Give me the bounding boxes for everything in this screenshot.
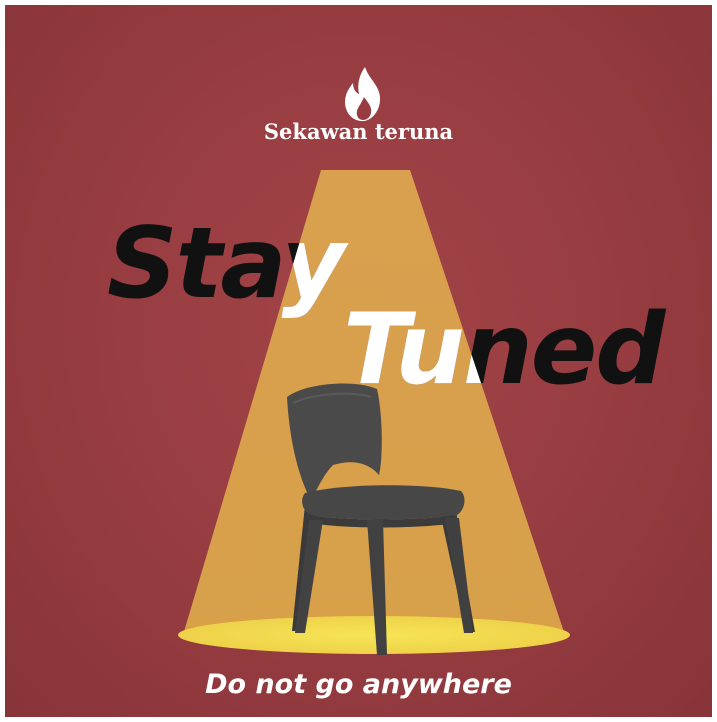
poster-artwork: Stay Stay Tuned Tuned (107, 67, 668, 655)
stay-tuned-poster: Stay Stay Tuned Tuned Sekawan teruna Do … (5, 5, 712, 717)
poster-frame: Stay Stay Tuned Tuned Sekawan teruna Do … (0, 0, 717, 722)
flame-icon (345, 67, 381, 122)
tagline: Do not go anywhere (205, 669, 512, 700)
spotlight-floor (178, 616, 570, 654)
brand-name: Sekawan teruna (263, 119, 454, 144)
